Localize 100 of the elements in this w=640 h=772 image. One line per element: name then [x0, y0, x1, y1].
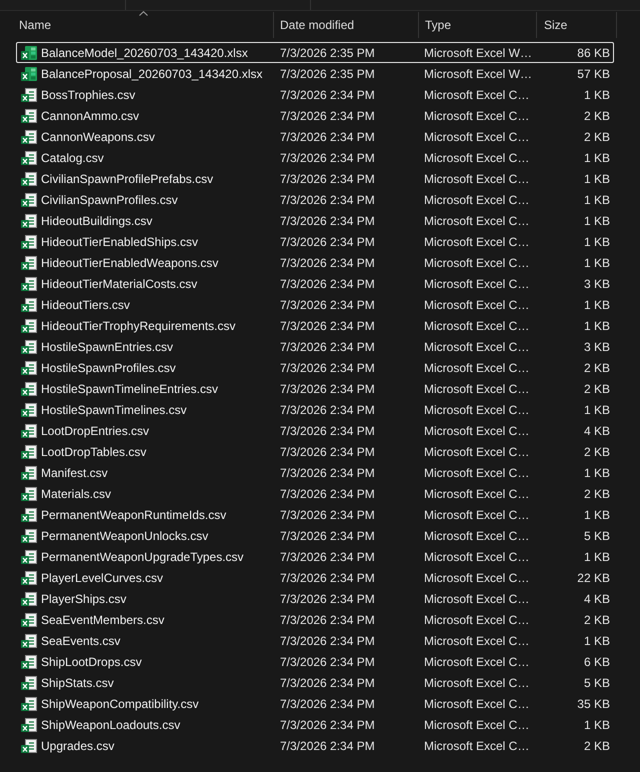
file-size: 1 KB — [584, 298, 610, 312]
date-modified: 7/3/2026 2:34 PM — [280, 298, 375, 312]
date-modified: 7/3/2026 2:34 PM — [280, 382, 375, 396]
date-modified: 7/3/2026 2:34 PM — [280, 172, 375, 186]
file-type: Microsoft Excel C… — [424, 130, 530, 144]
file-name: SeaEvents.csv — [41, 634, 120, 648]
file-type: Microsoft Excel C… — [424, 444, 530, 458]
file-row[interactable]: PermanentWeaponUnlocks.csv 7/3/2026 2:34 PM Microsoft Excel C… 5 KB — [16, 525, 614, 546]
file-type: Microsoft Excel C… — [424, 486, 530, 500]
file-size: 22 KB — [577, 570, 610, 584]
file-row[interactable]: HostileSpawnEntries.csv 7/3/2026 2:34 PM Microsoft Excel C… 3 KB — [16, 336, 614, 357]
file-name: Upgrades.csv — [41, 738, 114, 752]
spreadsheet-data-file-icon — [21, 464, 37, 480]
file-row[interactable]: Upgrades.csv 7/3/2026 2:34 PM Microsoft Excel C… 2 KB — [16, 735, 614, 756]
file-row[interactable]: ShipLootDrops.csv 7/3/2026 2:34 PM Microsoft Excel C… 6 KB — [16, 651, 614, 672]
file-row[interactable]: SeaEvents.csv 7/3/2026 2:34 PM Microsoft Excel C… 1 KB — [16, 630, 614, 651]
file-name: ShipWeaponCompatibility.csv — [41, 696, 199, 710]
spreadsheet-data-file-icon — [21, 296, 37, 312]
file-type: Microsoft Excel C… — [424, 172, 530, 186]
spreadsheet-data-file-icon — [21, 486, 37, 502]
date-modified: 7/3/2026 2:34 PM — [280, 130, 375, 144]
file-row[interactable]: ShipStats.csv 7/3/2026 2:34 PM Microsoft Excel C… 5 KB — [16, 672, 614, 693]
file-size: 4 KB — [584, 424, 610, 438]
spreadsheet-file-icon — [21, 44, 37, 60]
file-row[interactable]: HideoutTierTrophyRequirements.csv 7/3/2026 2:34 PM Microsoft Excel C… 1 KB — [16, 315, 614, 336]
file-row[interactable]: PlayerShips.csv 7/3/2026 2:34 PM Microsoft Excel C… 4 KB — [16, 588, 614, 609]
spreadsheet-data-file-icon — [21, 422, 37, 438]
file-name: HideoutBuildings.csv — [41, 214, 152, 228]
file-row[interactable]: CannonAmmo.csv 7/3/2026 2:34 PM Microsoft Excel C… 2 KB — [16, 105, 614, 126]
file-row[interactable]: LootDropEntries.csv 7/3/2026 2:34 PM Microsoft Excel C… 4 KB — [16, 420, 614, 441]
date-modified: 7/3/2026 2:34 PM — [280, 108, 375, 122]
column-header[interactable]: Type — [419, 12, 537, 38]
date-modified: 7/3/2026 2:34 PM — [280, 508, 375, 522]
date-modified: 7/3/2026 2:34 PM — [280, 256, 375, 270]
file-size: 1 KB — [584, 466, 610, 480]
file-size: 2 KB — [584, 108, 610, 122]
file-row[interactable]: CannonWeapons.csv 7/3/2026 2:34 PM Microsoft Excel C… 2 KB — [16, 126, 614, 147]
file-type: Microsoft Excel C… — [424, 466, 530, 480]
file-size: 86 KB — [577, 46, 610, 60]
file-row[interactable]: HideoutTiers.csv 7/3/2026 2:34 PM Microsoft Excel C… 1 KB — [16, 294, 614, 315]
date-modified: 7/3/2026 2:34 PM — [280, 276, 375, 290]
spreadsheet-data-file-icon — [21, 128, 37, 144]
file-row[interactable]: LootDropTables.csv 7/3/2026 2:34 PM Microsoft Excel C… 2 KB — [16, 441, 614, 462]
column-header[interactable]: Date modified — [274, 12, 419, 38]
file-row[interactable]: HostileSpawnTimelineEntries.csv 7/3/2026 2:34 PM Microsoft Excel C… 2 KB — [16, 378, 614, 399]
date-modified: 7/3/2026 2:34 PM — [280, 486, 375, 500]
file-row[interactable]: HostileSpawnTimelines.csv 7/3/2026 2:34 PM Microsoft Excel C… 1 KB — [16, 399, 614, 420]
file-row[interactable]: CivilianSpawnProfiles.csv 7/3/2026 2:34 PM Microsoft Excel C… 1 KB — [16, 189, 614, 210]
date-modified: 7/3/2026 2:34 PM — [280, 214, 375, 228]
column-header[interactable]: Size — [537, 12, 617, 38]
file-size: 1 KB — [584, 214, 610, 228]
file-type: Microsoft Excel C… — [424, 654, 530, 668]
file-type: Microsoft Excel C… — [424, 276, 530, 290]
file-row[interactable]: PermanentWeaponRuntimeIds.csv 7/3/2026 2:34 PM Microsoft Excel C… 1 KB — [16, 504, 614, 525]
file-row[interactable]: HideoutBuildings.csv 7/3/2026 2:34 PM Microsoft Excel C… 1 KB — [16, 210, 614, 231]
file-type: Microsoft Excel C… — [424, 298, 530, 312]
file-row[interactable]: HideoutTierMaterialCosts.csv 7/3/2026 2:34 PM Microsoft Excel C… 3 KB — [16, 273, 614, 294]
file-size: 57 KB — [577, 66, 610, 80]
file-type: Microsoft Excel C… — [424, 192, 530, 206]
file-row[interactable]: Manifest.csv 7/3/2026 2:34 PM Microsoft Excel C… 1 KB — [16, 462, 614, 483]
file-row[interactable]: CivilianSpawnProfilePrefabs.csv 7/3/2026 2:34 PM Microsoft Excel C… 1 KB — [16, 168, 614, 189]
file-row[interactable]: BossTrophies.csv 7/3/2026 2:34 PM Microsoft Excel C… 1 KB — [16, 84, 614, 105]
file-type: Microsoft Excel C… — [424, 256, 530, 270]
file-type: Microsoft Excel C… — [424, 382, 530, 396]
file-row[interactable]: BalanceProposal_20260703_143420.xlsx 7/3/2026 2:35 PM Microsoft Excel W… 57 KB — [16, 63, 614, 84]
file-size: 2 KB — [584, 612, 610, 626]
date-modified: 7/3/2026 2:34 PM — [280, 424, 375, 438]
file-size: 1 KB — [584, 402, 610, 416]
file-name: CivilianSpawnProfilePrefabs.csv — [41, 172, 214, 186]
column-header[interactable]: Name — [0, 12, 274, 38]
file-row[interactable]: BalanceModel_20260703_143420.xlsx 7/3/2026 2:35 PM Microsoft Excel W… 86 KB — [16, 42, 614, 63]
file-type: Microsoft Excel C… — [424, 318, 530, 332]
file-row[interactable]: ShipWeaponLoadouts.csv 7/3/2026 2:34 PM Microsoft Excel C… 1 KB — [16, 714, 614, 735]
spreadsheet-data-file-icon — [21, 192, 37, 208]
file-name: PlayerShips.csv — [41, 592, 126, 606]
file-row[interactable]: SeaEventMembers.csv 7/3/2026 2:34 PM Microsoft Excel C… 2 KB — [16, 609, 614, 630]
spreadsheet-data-file-icon — [21, 86, 37, 102]
file-row[interactable]: Materials.csv 7/3/2026 2:34 PM Microsoft Excel C… 2 KB — [16, 483, 614, 504]
file-size: 2 KB — [584, 738, 610, 752]
date-modified: 7/3/2026 2:34 PM — [280, 634, 375, 648]
file-row[interactable]: PlayerLevelCurves.csv 7/3/2026 2:34 PM Microsoft Excel C… 22 KB — [16, 567, 614, 588]
file-name: CannonAmmo.csv — [41, 108, 140, 122]
spreadsheet-data-file-icon — [21, 674, 37, 690]
spreadsheet-data-file-icon — [21, 254, 37, 270]
file-row[interactable]: ShipWeaponCompatibility.csv 7/3/2026 2:34 PM Microsoft Excel C… 35 KB — [16, 693, 614, 714]
file-row[interactable]: HostileSpawnProfiles.csv 7/3/2026 2:34 PM Microsoft Excel C… 2 KB — [16, 357, 614, 378]
file-row[interactable]: Catalog.csv 7/3/2026 2:34 PM Microsoft Excel C… 1 KB — [16, 147, 614, 168]
spreadsheet-data-file-icon — [21, 150, 37, 166]
file-row[interactable]: PermanentWeaponUpgradeTypes.csv 7/3/2026 2:34 PM Microsoft Excel C… 1 KB — [16, 546, 614, 567]
file-name: HostileSpawnTimelineEntries.csv — [41, 382, 218, 396]
file-name: PermanentWeaponUnlocks.csv — [41, 528, 208, 542]
file-row[interactable]: HideoutTierEnabledWeapons.csv 7/3/2026 2:34 PM Microsoft Excel C… 1 KB — [16, 252, 614, 273]
spreadsheet-data-file-icon — [21, 402, 37, 418]
spreadsheet-data-file-icon — [21, 696, 37, 712]
file-type: Microsoft Excel C… — [424, 738, 530, 752]
spreadsheet-data-file-icon — [21, 716, 37, 732]
file-row[interactable]: HideoutTierEnabledShips.csv 7/3/2026 2:34 PM Microsoft Excel C… 1 KB — [16, 231, 614, 252]
date-modified: 7/3/2026 2:34 PM — [280, 592, 375, 606]
file-type: Microsoft Excel C… — [424, 676, 530, 690]
spreadsheet-data-file-icon — [21, 318, 37, 334]
